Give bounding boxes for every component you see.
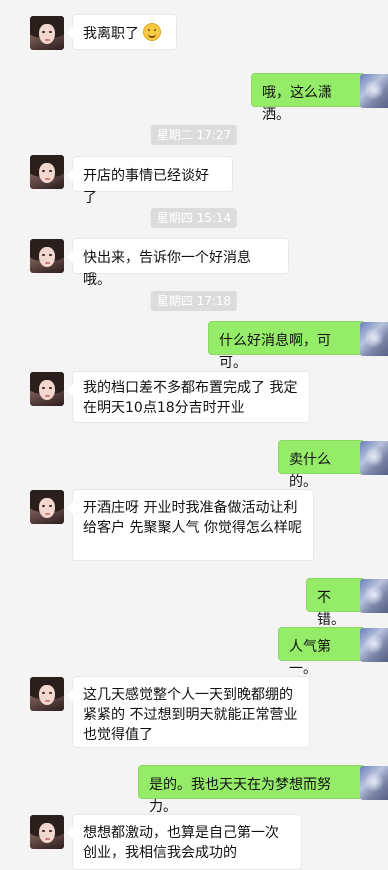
message-text: 这几天感觉整个人一天到晚都绷的紧紧的 不过想到明天就能正常营业也觉得值了 <box>83 687 298 743</box>
message-text: 哦，这么潇洒。 <box>262 85 332 123</box>
my-avatar[interactable] <box>360 441 388 475</box>
outgoing-message[interactable]: 不错。 <box>306 578 370 628</box>
message-text: 开酒庄呀 开业时我准备做活动让利给客户 先聚聚人气 你觉得怎么样呢 <box>83 500 302 536</box>
my-avatar[interactable] <box>360 74 388 108</box>
contact-avatar[interactable] <box>30 815 64 849</box>
my-avatar[interactable] <box>360 579 388 613</box>
my-avatar[interactable] <box>360 628 388 662</box>
smile-emoji-icon <box>143 23 161 41</box>
message-text: 快出来，告诉你一个好消息哦。 <box>83 250 251 288</box>
message-text: 是的。我也天天在为梦想而努力。 <box>149 777 331 815</box>
incoming-message[interactable]: 快出来，告诉你一个好消息哦。 <box>67 238 289 288</box>
contact-avatar[interactable] <box>30 239 64 273</box>
message-text: 卖什么的。 <box>289 452 331 490</box>
message-text: 不错。 <box>317 590 345 628</box>
message-text: 什么好消息啊，可可。 <box>219 333 331 371</box>
incoming-message[interactable]: 我离职了 <box>67 14 177 50</box>
message-text: 想想都激动，也算是自己第一次创业，我相信我会成功的 <box>83 825 279 861</box>
outgoing-message[interactable]: 人气第一。 <box>278 627 370 677</box>
outgoing-message[interactable]: 卖什么的。 <box>278 440 370 490</box>
message-text: 我离职了 <box>83 26 139 42</box>
message-text: 我的档口差不多都布置完成了 我定在明天10点18分吉时开业 <box>83 380 298 416</box>
message-text: 人气第一。 <box>289 639 331 677</box>
my-avatar[interactable] <box>360 322 388 356</box>
my-avatar[interactable] <box>360 766 388 800</box>
contact-avatar[interactable] <box>30 16 64 50</box>
timestamp: 星期四 15:14 <box>150 208 238 228</box>
incoming-message[interactable]: 想想都激动，也算是自己第一次创业，我相信我会成功的 <box>67 814 302 870</box>
outgoing-message[interactable]: 什么好消息啊，可可。 <box>208 321 370 371</box>
timestamp: 星期二 17:27 <box>150 125 238 145</box>
contact-avatar[interactable] <box>30 155 64 189</box>
contact-avatar[interactable] <box>30 677 64 711</box>
incoming-message[interactable]: 开酒庄呀 开业时我准备做活动让利给客户 先聚聚人气 你觉得怎么样呢 <box>67 489 314 561</box>
message-text: 开店的事情已经谈好了 <box>83 168 209 206</box>
outgoing-message[interactable]: 是的。我也天天在为梦想而努力。 <box>138 765 370 815</box>
incoming-message[interactable]: 这几天感觉整个人一天到晚都绷的紧紧的 不过想到明天就能正常营业也觉得值了 <box>67 676 310 748</box>
timestamp: 星期四 17:18 <box>150 291 238 311</box>
contact-avatar[interactable] <box>30 372 64 406</box>
incoming-message[interactable]: 开店的事情已经谈好了 <box>67 156 233 206</box>
incoming-message[interactable]: 我的档口差不多都布置完成了 我定在明天10点18分吉时开业 <box>67 371 310 423</box>
outgoing-message[interactable]: 哦，这么潇洒。 <box>251 73 370 123</box>
contact-avatar[interactable] <box>30 490 64 524</box>
